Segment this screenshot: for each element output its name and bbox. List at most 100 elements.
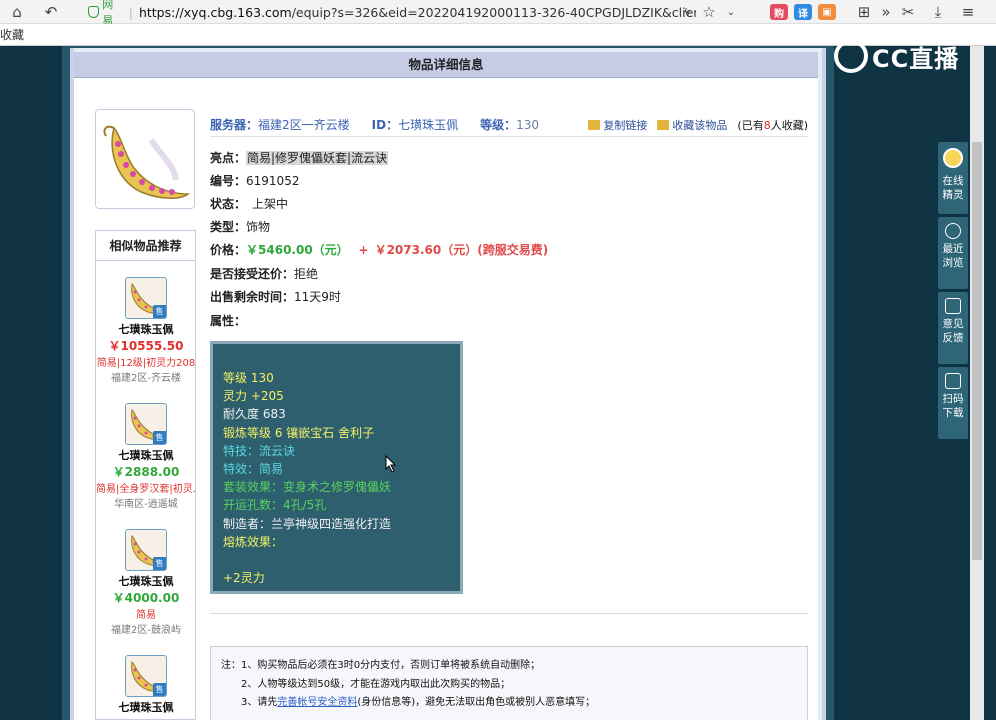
similar-item-tags: 简易 [136,610,156,621]
attribute-set-effect: 套装效果：变身术之修罗傀儡妖 [223,480,392,495]
online-assistant-button[interactable]: 在线精灵 [938,142,968,214]
star-icon[interactable]: ☆ [698,1,720,23]
attribute-spirit: 灵力 +205 [223,389,284,404]
similar-item-name[interactable]: 七璜珠玉佩 [96,699,196,715]
type-row: 类型：饰物 [210,218,270,235]
sell-badge: 售 [153,557,166,570]
note-line-3-prefix: 3、请先 [241,697,278,708]
number-value: 6191052 [246,174,300,188]
bargain-row: 是否接受还价：拒绝 [210,265,318,282]
similar-item[interactable]: 售 七璜珠玉佩 ￥10555.50 简易|12级|初灵力208 福建2区-齐云楼 [96,277,196,384]
attribute-forge: 锻炼等级 6 镶嵌宝石 舍利子 [223,425,375,440]
bookmark-label[interactable]: 收藏 [0,28,24,42]
shopping-extension-icon[interactable]: 购 [770,4,788,20]
level-label: 等级： [480,118,517,132]
qr-scan-icon [945,373,961,389]
similar-item-thumb[interactable]: 售 [125,655,167,697]
dropdown-icon[interactable]: ⌄ [720,1,742,23]
similar-item[interactable]: 售 七璜珠玉佩 ￥2888.00 简易|全身罗汉套|初灵… 华南区-逍遥城 [96,403,196,510]
browser-toolbar: ⌂ ↶ 网易 | https://xyq.cbg.163.com/equip?s… [0,0,996,27]
similar-item[interactable]: 售 七璜珠玉佩 [96,655,196,715]
url-separator: | [128,4,133,20]
lightning-icon[interactable]: ϟ [676,1,698,23]
highlight-label: 亮点： [210,151,247,165]
similar-item-thumb[interactable]: 售 [125,529,167,571]
attributes-panel: 等级 130 灵力 +205 耐久度 683 锻炼等级 6 镶嵌宝石 舍利子 特… [210,341,463,594]
favorite-count: (已有8人收藏) [737,117,808,133]
feedback-button[interactable]: 意见反馈 [938,292,968,364]
sell-badge: 售 [153,683,166,696]
cc-logo-icon [834,39,868,73]
bargain-label: 是否接受还价： [210,267,295,281]
recent-browse-label: 最近浏览 [942,243,964,269]
home-icon[interactable]: ⌂ [6,1,28,23]
similar-item-thumb[interactable]: 售 [125,403,167,445]
account-security-link[interactable]: 完善帐号安全资料 [277,697,357,708]
number-row: 编号：6191052 [210,172,299,189]
status-value: 上架中 [252,197,289,211]
scrollbar-thumb[interactable] [972,142,982,560]
address-bar[interactable]: 网易 | https://xyq.cbg.163.com/equip?s=326… [88,0,696,27]
similar-item-server: 华南区-逍遥城 [114,499,178,510]
similar-item[interactable]: 售 七璜珠玉佩 ￥4000.00 简易 福建2区-鼓浪屿 [96,529,196,636]
similar-item-price: ￥4000.00 [112,591,180,605]
floating-side-panel: 在线精灵 最近浏览 意见反馈 扫码下载 [938,142,968,442]
similar-item-name[interactable]: 七璜珠玉佩 [96,321,196,337]
cc-live-text: CC直播 [872,44,960,73]
translate-extension-icon[interactable]: 译 [794,4,812,20]
attribute-smelt-value: +2灵力 [223,571,265,586]
attribute-special-effect: 特效：简易 [223,462,284,477]
id-value: 七璜珠玉佩 [398,118,459,132]
price-row: 价格：￥5460.00（元） + ￥2073.60（元）(跨服交易费) [210,241,548,258]
favorite-count-prefix: (已有 [737,118,764,132]
similar-item-name[interactable]: 七璜珠玉佩 [96,573,196,589]
cc-live-banner[interactable]: CC直播 [834,36,964,76]
number-label: 编号： [210,174,247,188]
assistant-avatar-icon [943,148,963,168]
apps-grid-icon[interactable]: ⊞ [853,1,875,23]
attributes-label: 属性： [210,314,247,328]
shield-icon [88,6,100,18]
page-title: 物品详细信息 [408,57,484,72]
attribute-maker: 制造者：兰亭神级四造强化打造 [223,516,392,531]
highlight-value: 简易|修罗傀儡妖套|流云诀 [246,151,389,165]
game-extension-icon[interactable]: ▣ [818,4,836,20]
remaining-time-row: 出售剩余时间：11天9时 [210,288,341,305]
similar-item-price: ￥10555.50 [108,339,184,353]
online-assistant-label: 在线精灵 [942,175,964,201]
scan-download-button[interactable]: 扫码下载 [938,367,968,439]
back-icon[interactable]: ↶ [40,1,62,23]
url-host: https://xyq.cbg.163.com [138,4,292,20]
scissors-icon[interactable]: ✂ [897,1,919,23]
item-info-header: 服务器： 福建2区一齐云楼 ID： 七璜珠玉佩 等级： 130 复制链接 收藏该… [210,113,808,137]
remaining-time-value: 11天9时 [294,290,341,304]
similar-item-thumb[interactable]: 售 [125,277,167,319]
type-label: 类型： [210,220,247,234]
price-label: 价格： [210,243,247,257]
note-line-3: 3、请先完善帐号安全资料(身份信息等)，避免无法取出角色或被别人恶意填写； [221,694,807,713]
sell-badge: 售 [153,305,166,318]
edit-icon [945,298,961,314]
divider [210,613,808,614]
level-value: 130 [516,117,540,132]
mouse-cursor-icon [385,455,397,473]
copy-link-button[interactable]: 复制链接 [588,117,647,133]
similar-item-server: 福建2区-鼓浪屿 [111,625,181,636]
attribute-durability: 耐久度 683 [223,407,286,422]
status-label: 状态： [210,197,247,211]
favorite-count-suffix: 人收藏) [770,118,808,132]
similar-item-tags: 简易|全身罗汉套|初灵… [96,484,196,495]
section-header: 物品详细信息 [74,52,818,78]
attributes-row: 属性： [210,312,246,329]
window-edge [984,46,996,720]
recent-browse-button[interactable]: 最近浏览 [938,217,968,289]
similar-items-title: 相似物品推荐 [96,231,195,261]
folder-icon [657,119,670,130]
similar-item-name[interactable]: 七璜珠玉佩 [96,447,196,463]
collect-button[interactable]: 收藏该物品 [657,117,727,133]
price-value: ￥5460.00（元） [246,243,349,257]
more-arrow-icon[interactable]: » [875,1,897,23]
jade-pendant-icon [103,125,190,199]
download-icon[interactable]: ⤓ [927,1,949,23]
menu-icon[interactable]: ≡ [957,1,979,23]
